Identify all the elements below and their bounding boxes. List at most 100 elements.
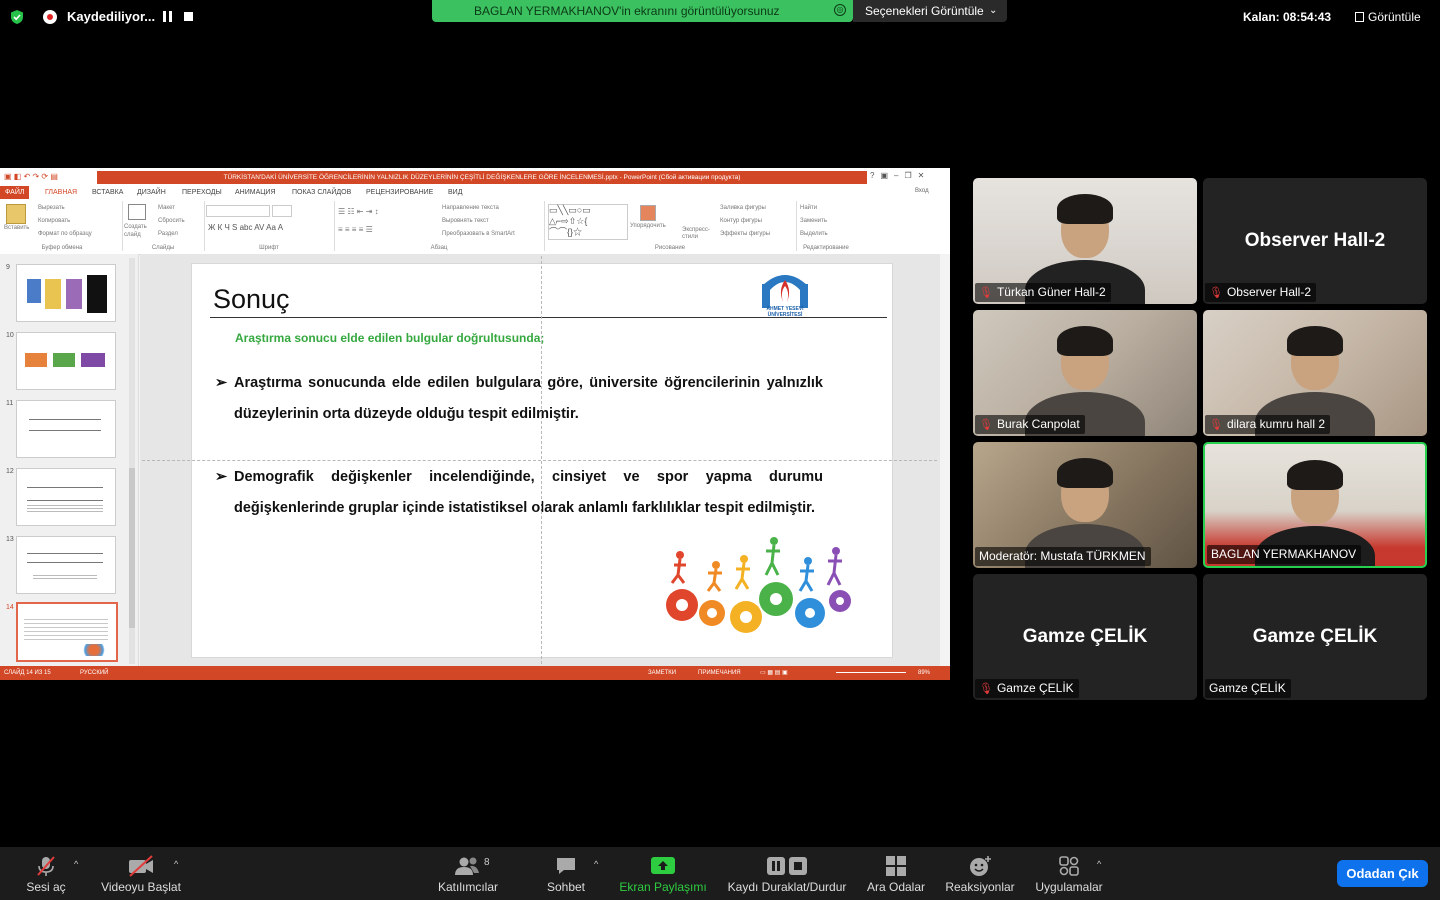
participants-button[interactable]: 8 Katılımcılar	[432, 847, 504, 900]
video-options-caret[interactable]: ^	[174, 859, 178, 869]
share-info-icon[interactable]: ◎	[834, 4, 846, 16]
language-indicator[interactable]: РУССКИЙ	[80, 666, 108, 680]
thumbnails-scrollbar[interactable]	[129, 258, 135, 664]
shape-outline-button[interactable]: Контур фигуры	[720, 218, 762, 224]
tab-slideshow[interactable]: ПОКАЗ СЛАЙДОВ	[292, 186, 351, 199]
participant-video	[1057, 326, 1113, 390]
participant-tile[interactable]: BAGLAN YERMAKHANOV	[1203, 442, 1427, 568]
tab-animations[interactable]: АНИМАЦИЯ	[235, 186, 276, 199]
participant-tile[interactable]: 🎙︎ dilara kumru hall 2	[1203, 310, 1427, 436]
slide-thumbnail-10[interactable]	[16, 332, 116, 390]
align-buttons[interactable]: ≡ ≡ ≡ ≡ ☰	[338, 225, 373, 234]
slide-thumbnail-11[interactable]	[16, 400, 116, 458]
participant-tile[interactable]: 🎙︎ Türkan Güner Hall-2	[973, 178, 1197, 304]
pause-recording-icon[interactable]	[163, 11, 172, 22]
breakout-rooms-label: Ara Odalar	[866, 880, 926, 894]
breakout-rooms-button[interactable]: Ara Odalar	[862, 847, 930, 900]
font-size-select[interactable]	[272, 205, 292, 217]
replace-button[interactable]: Заменить	[800, 218, 827, 224]
list-buttons[interactable]: ☰ ☷ ⇤ ⇥ ↕	[338, 207, 379, 216]
thumb-number: 11	[6, 400, 14, 407]
start-video-button[interactable]: Videoyu Başlat	[96, 847, 186, 900]
slide-thumbnail-13[interactable]	[16, 536, 116, 594]
slide-thumbnail-9[interactable]	[16, 264, 116, 322]
view-mode-buttons[interactable]: ▭ ▦ ▤ ▣	[760, 666, 788, 680]
notes-button[interactable]: ЗАМЕТКИ	[648, 666, 676, 680]
ppt-sign-in[interactable]: Вход	[915, 188, 929, 194]
shared-screen-powerpoint: ▣ ◧ ↶ ↷ ⟳ ▤ TÜRKİSTAN'DAKİ ÜNİVERSİTE ÖĞ…	[0, 168, 950, 680]
shape-fill-button[interactable]: Заливка фигуры	[720, 205, 766, 211]
window-controls[interactable]: ?▣–❐✕	[870, 171, 930, 180]
pause-stop-recording-button[interactable]: Kaydı Duraklat/Durdur	[722, 847, 852, 900]
font-name-select[interactable]	[206, 205, 270, 217]
slide-guide-horizontal	[142, 460, 937, 461]
unmute-button[interactable]: Sesi aç	[16, 847, 76, 900]
cut-button[interactable]: Вырезать	[38, 205, 65, 211]
participant-name-large: Gamze ÇELİK	[1252, 626, 1378, 647]
participant-tile[interactable]: Observer Hall-2 🎙︎ Observer Hall-2	[1203, 178, 1427, 304]
shape-effects-button[interactable]: Эффекты фигуры	[720, 231, 770, 237]
new-slide-button[interactable]: Создать слайд	[124, 223, 154, 239]
share-screen-button[interactable]: Ekran Paylaşımı	[614, 847, 712, 900]
shapes-gallery[interactable]: ▭╲╲▭○▭ △⌐⇨⇧☆{⌒⌒{}☆	[548, 204, 628, 240]
view-options-button[interactable]: Seçenekleri Görüntüle ⌄	[853, 0, 1007, 22]
participant-tile[interactable]: Moderatör: Mustafa TÜRKMEN	[973, 442, 1197, 568]
font-format-buttons[interactable]: Ж К Ч S abc AV Aa A	[208, 223, 283, 232]
audio-options-caret[interactable]: ^	[74, 859, 78, 869]
copy-button[interactable]: Копировать	[38, 218, 70, 224]
tab-insert[interactable]: ВСТАВКА	[92, 186, 123, 199]
zoom-level[interactable]: 89%	[918, 666, 930, 680]
quick-access-toolbar[interactable]: ▣ ◧ ↶ ↷ ⟳ ▤	[4, 172, 58, 181]
breakout-rooms-icon	[886, 856, 906, 876]
layout-button[interactable]: Макет	[158, 205, 175, 211]
ppt-title-bar: ▣ ◧ ↶ ↷ ⟳ ▤ TÜRKİSTAN'DAKİ ÜNİVERSİTE ÖĞ…	[0, 168, 950, 186]
participant-video	[1287, 326, 1343, 390]
tab-home[interactable]: ГЛАВНАЯ	[45, 186, 77, 199]
share-banner-text: BAGLAN YERMAKHANOV'in ekranını görüntülü…	[474, 4, 780, 18]
chat-options-caret[interactable]: ^	[594, 859, 598, 869]
tab-design[interactable]: ДИЗАЙН	[137, 186, 166, 199]
text-direction-button[interactable]: Направление текста	[442, 205, 499, 211]
comments-button[interactable]: ПРИМЕЧАНИЯ	[698, 666, 741, 680]
view-button[interactable]: Görüntüle	[1355, 10, 1421, 24]
participant-tile[interactable]: Gamze ÇELİK Gamze ÇELİK	[1203, 574, 1427, 700]
apps-button[interactable]: Uygulamalar	[1030, 847, 1108, 900]
slide-scrollbar[interactable]	[940, 254, 950, 666]
participant-video	[1287, 460, 1343, 524]
smartart-button[interactable]: Преобразовать в SmartArt	[442, 231, 515, 237]
tab-file[interactable]: ФАЙЛ	[0, 186, 30, 199]
leave-meeting-button[interactable]: Odadan Çık	[1337, 860, 1428, 887]
arrange-button[interactable]: Упорядочить	[630, 223, 666, 229]
arrange-icon[interactable]	[640, 205, 656, 221]
participant-tile[interactable]: 🎙︎ Burak Canpolat	[973, 310, 1197, 436]
participant-name-label: 🎙︎ Türkan Güner Hall-2	[975, 283, 1111, 302]
slide-thumbnail-12[interactable]	[16, 468, 116, 526]
start-video-label: Videoyu Başlat	[101, 880, 181, 894]
select-button[interactable]: Выделить	[800, 231, 828, 237]
tab-view[interactable]: ВИД	[448, 186, 462, 199]
quick-styles-button[interactable]: Экспресс-стили	[682, 227, 712, 241]
gears-illustration	[666, 537, 851, 633]
new-slide-icon[interactable]	[128, 204, 146, 220]
slide-bullet-1: ➢ Araştırma sonucunda elde edilen bulgula…	[215, 368, 823, 430]
scrollbar-thumb[interactable]	[129, 468, 135, 628]
reset-button[interactable]: Сбросить	[158, 218, 185, 224]
align-text-button[interactable]: Выровнять текст	[442, 218, 489, 224]
tab-review[interactable]: РЕЦЕНЗИРОВАНИЕ	[366, 186, 433, 199]
pause-stop-label: Kaydı Duraklat/Durdur	[727, 880, 847, 894]
format-painter-button[interactable]: Формат по образцу	[38, 231, 92, 237]
zoom-slider[interactable]	[836, 672, 906, 673]
security-shield-icon[interactable]	[9, 9, 25, 25]
chat-button[interactable]: Sohbet	[536, 847, 596, 900]
paste-icon[interactable]	[6, 204, 26, 224]
section-button[interactable]: Раздел	[158, 231, 178, 237]
view-options-label: Seçenekleri Görüntüle	[865, 4, 984, 18]
apps-options-caret[interactable]: ^	[1097, 859, 1101, 869]
tab-transitions[interactable]: ПЕРЕХОДЫ	[182, 186, 222, 199]
participant-tile[interactable]: Gamze ÇELİK 🎙︎ Gamze ÇELİK	[973, 574, 1197, 700]
find-button[interactable]: Найти	[800, 205, 817, 211]
reactions-button[interactable]: Reaksiyonlar	[940, 847, 1020, 900]
stop-recording-icon[interactable]	[184, 12, 193, 21]
slide-thumbnail-14-selected[interactable]	[16, 602, 118, 662]
paste-button[interactable]: Вставить	[4, 225, 29, 231]
